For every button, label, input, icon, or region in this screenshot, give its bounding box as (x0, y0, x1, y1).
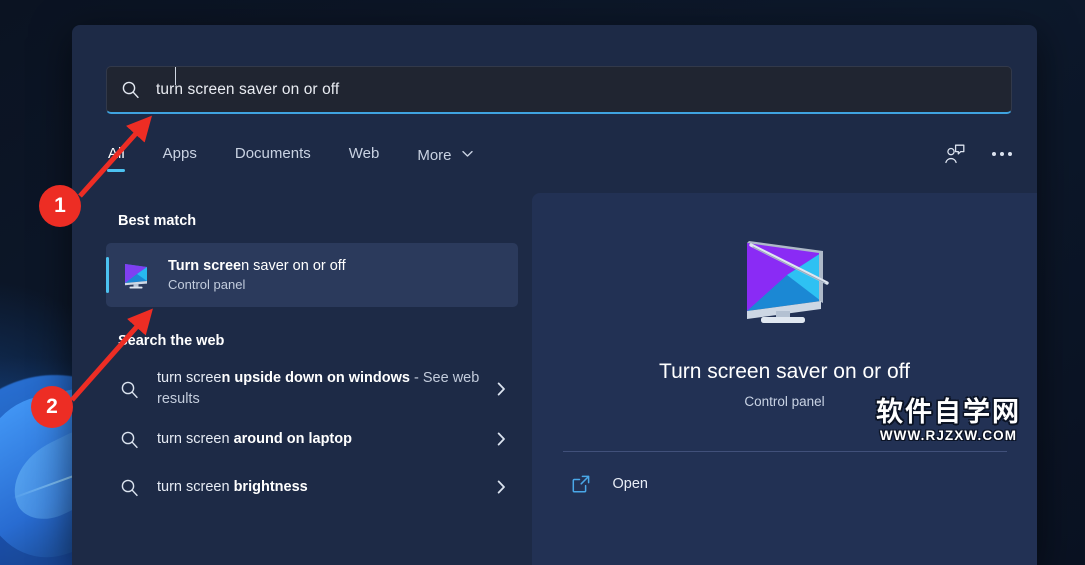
best-match-title: Turn screen saver on or off (168, 258, 346, 274)
web-result-prefix: turn screen (157, 478, 234, 495)
text-caret (175, 67, 176, 85)
search-icon (120, 478, 139, 497)
watermark-chinese-text: 软件自学网 (876, 397, 1021, 428)
web-result-row[interactable]: turn screen brightness (106, 463, 518, 511)
web-result-prefix: turn scree (157, 370, 222, 386)
tab-apps-label: Apps (162, 145, 197, 162)
search-the-web-heading: Search the web (118, 333, 225, 349)
annotation-marker-1: 1 (39, 185, 81, 227)
open-label: Open (612, 476, 648, 492)
display-monitor-icon (120, 260, 152, 290)
search-header-actions (944, 143, 1012, 164)
chevron-down-icon (461, 145, 473, 162)
web-result-highlight: around on laptop (233, 430, 352, 447)
web-result-label: turn screen brightness (157, 477, 489, 498)
annotation-marker-2: 2 (31, 386, 73, 428)
tab-all[interactable]: All (106, 143, 127, 172)
web-result-row[interactable]: turn screen upside down on windows - See… (106, 363, 518, 415)
web-result-highlight: brightness (233, 478, 308, 495)
search-filter-tabs: All Apps Documents Web More (106, 143, 1012, 185)
search-icon (121, 80, 140, 99)
tab-web-label: Web (348, 145, 380, 162)
search-icon (120, 430, 139, 449)
best-match-text: Turn screen saver on or off Control pane… (168, 258, 346, 292)
chevron-right-icon (497, 432, 506, 446)
watermark: 软件自学网 WWW.RJZXW.COM (876, 399, 1021, 443)
web-result-row[interactable]: turn screen around on laptop (106, 415, 518, 463)
preview-divider (562, 451, 1007, 452)
windows-search-flyout: turn screen saver on or off All Apps Doc… (72, 25, 1037, 565)
feedback-icon[interactable] (944, 144, 966, 164)
search-box-wrapper: turn screen saver on or off (106, 66, 1012, 114)
tab-more-label: More (417, 147, 452, 164)
search-input-value: turn screen saver on or off (156, 80, 340, 98)
best-match-title-rest: n saver on or off (241, 258, 346, 274)
tab-documents-label: Documents (234, 145, 311, 162)
tab-apps[interactable]: Apps (161, 143, 199, 172)
web-result-label: turn screen upside down on windows - See… (157, 368, 489, 410)
desktop-background: turn screen saver on or off All Apps Doc… (0, 0, 1085, 565)
preview-title: Turn screen saver on or off (659, 360, 910, 383)
tab-more[interactable]: More (415, 143, 474, 174)
web-result-prefix: turn screen (157, 430, 234, 447)
result-preview-pane: Turn screen saver on or off Control pane… (532, 193, 1037, 565)
chevron-right-icon (497, 382, 506, 396)
display-monitor-icon (731, 231, 839, 334)
open-action-button[interactable]: Open (563, 474, 1007, 494)
watermark-url-text: WWW.RJZXW.COM (879, 428, 1018, 443)
web-result-label: turn screen around on laptop (157, 429, 489, 450)
preview-subtitle: Control panel (744, 394, 825, 409)
best-match-heading: Best match (118, 213, 197, 229)
dot (992, 152, 996, 156)
tab-documents[interactable]: Documents (233, 143, 313, 172)
search-input[interactable]: turn screen saver on or off (106, 66, 1012, 114)
more-options-icon[interactable] (992, 152, 1012, 156)
tab-web[interactable]: Web (347, 143, 382, 172)
web-result-highlight: n upside down on windows (221, 370, 410, 386)
dot (1008, 152, 1012, 156)
chevron-right-icon (497, 480, 506, 494)
dot (1000, 152, 1004, 156)
external-link-icon (571, 474, 591, 494)
best-match-result[interactable]: Turn screen saver on or off Control pane… (106, 243, 518, 307)
best-match-subtitle: Control panel (168, 277, 246, 292)
search-icon (120, 380, 139, 399)
best-match-title-highlight: Turn scree (168, 258, 242, 274)
search-content: Best match Turn screen saver on or off C… (72, 193, 1037, 565)
tab-all-label: All (108, 145, 125, 162)
search-results-list: Best match Turn screen saver on or off C… (72, 193, 532, 565)
